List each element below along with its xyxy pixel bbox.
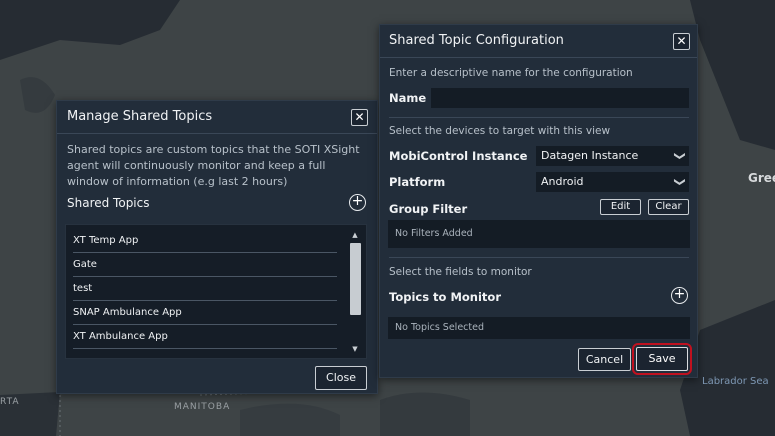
- group-filter-label: Group Filter: [389, 202, 468, 216]
- edit-filter-button[interactable]: Edit: [600, 199, 641, 215]
- name-input[interactable]: [431, 88, 689, 108]
- shared-topic-config-panel: Shared Topic Configuration ✕ Enter a des…: [379, 24, 698, 378]
- fields-hint: Select the fields to monitor: [389, 266, 532, 278]
- close-button[interactable]: Close: [315, 366, 367, 390]
- manage-close-icon[interactable]: ✕: [351, 109, 368, 126]
- platform-select[interactable]: Android ❯: [536, 172, 689, 192]
- shared-topics-label: Shared Topics: [67, 196, 150, 210]
- config-panel-title: Shared Topic Configuration: [389, 33, 564, 48]
- topics-box[interactable]: No Topics Selected: [388, 317, 690, 339]
- map-label-manitoba: MANITOBA: [174, 402, 231, 412]
- save-button[interactable]: Save: [632, 343, 692, 375]
- cancel-button[interactable]: Cancel: [578, 348, 631, 371]
- manage-panel-title: Manage Shared Topics: [67, 109, 213, 124]
- list-item[interactable]: XT Temp App: [73, 229, 337, 253]
- platform-label: Platform: [389, 175, 446, 189]
- name-hint: Enter a descriptive name for the configu…: [389, 67, 633, 79]
- group-filter-box[interactable]: No Filters Added: [388, 220, 690, 248]
- devices-hint: Select the devices to target with this v…: [389, 125, 611, 137]
- manage-description: Shared topics are custom topics that the…: [67, 143, 360, 188]
- manage-shared-topics-panel: Manage Shared Topics ✕ Shared topics are…: [56, 100, 378, 394]
- config-close-icon[interactable]: ✕: [673, 33, 690, 50]
- map-label-labrador-sea: Labrador Sea: [702, 376, 769, 387]
- shared-topics-list[interactable]: XT Temp App Gate test SNAP Ambulance App…: [65, 224, 367, 359]
- instance-select[interactable]: Datagen Instance ❯: [536, 146, 689, 166]
- instance-label: MobiControl Instance: [389, 149, 528, 163]
- platform-value: Android: [541, 175, 584, 188]
- scroll-thumb[interactable]: [350, 243, 361, 315]
- add-topic-icon[interactable]: +: [349, 194, 366, 211]
- clear-filter-button[interactable]: Clear: [648, 199, 689, 215]
- topics-to-monitor-label: Topics to Monitor: [389, 290, 502, 304]
- map-label-alberta: RTA: [0, 397, 20, 407]
- scroll-up-icon[interactable]: ▲: [348, 230, 362, 240]
- chevron-down-icon: ❯: [673, 177, 687, 187]
- filter-divider: [389, 257, 689, 258]
- name-label: Name: [389, 91, 427, 105]
- map-label-greenland: Gree: [748, 171, 775, 185]
- list-item[interactable]: XT Ambulance App: [73, 325, 337, 349]
- manage-title-divider: [57, 133, 377, 134]
- add-monitor-topic-icon[interactable]: +: [671, 287, 688, 304]
- topic-list-scrollbar[interactable]: ▲ ▼: [348, 230, 362, 354]
- list-item[interactable]: test: [73, 277, 337, 301]
- config-title-divider: [380, 57, 697, 58]
- scroll-down-icon[interactable]: ▼: [348, 344, 362, 354]
- list-item[interactable]: SNAP Ambulance App: [73, 301, 337, 325]
- list-item[interactable]: Gate: [73, 253, 337, 277]
- name-divider: [389, 117, 689, 118]
- chevron-down-icon: ❯: [673, 151, 687, 161]
- instance-value: Datagen Instance: [541, 149, 639, 162]
